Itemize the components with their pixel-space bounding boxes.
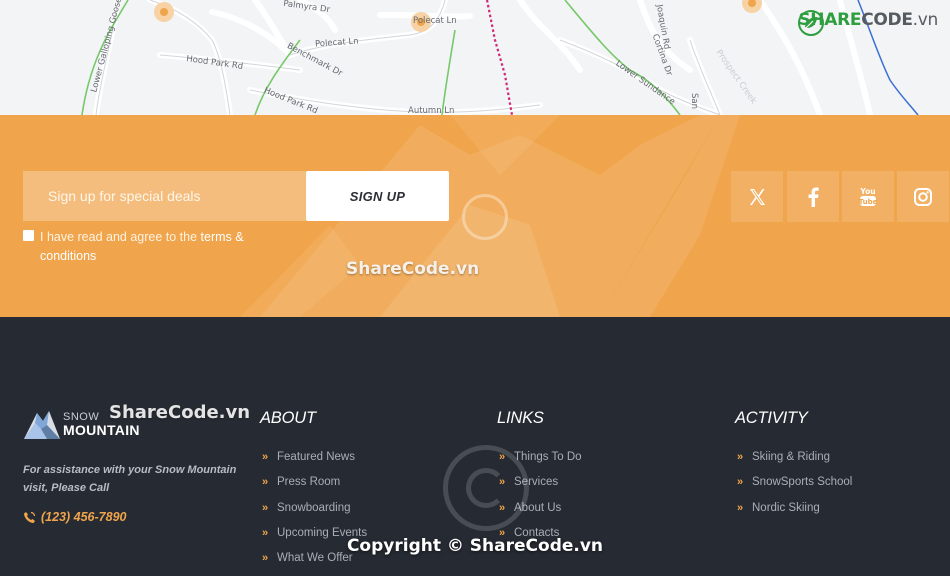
terms-text: I have read and agree to the terms & con… (40, 228, 273, 266)
map-label: San (689, 93, 699, 109)
about-list: » Featured News » Press Room » Snowboarding… (262, 451, 367, 576)
social-facebook-button[interactable] (787, 171, 839, 222)
signup-section: SIGN UP I have read and agree to the ter… (0, 115, 950, 317)
copyright-watermark-icon (443, 445, 529, 531)
social-instagram-button[interactable] (897, 171, 949, 222)
brand-vn: .vn (912, 10, 939, 30)
social-x-button[interactable] (731, 171, 783, 222)
map-label: Polecat Ln (413, 16, 457, 26)
about-title: ABOUT (260, 409, 316, 427)
list-item-label: Skiing & Riding (752, 451, 830, 463)
terms-agree: I have read and agree to the terms & con… (23, 228, 273, 266)
list-item[interactable]: » Nordic Skiing (737, 502, 852, 527)
list-item-label: Things To Do (514, 451, 582, 463)
list-item[interactable]: » SnowSports School (737, 476, 852, 501)
watermark-text: ShareCode.vn (346, 259, 480, 279)
x-icon (750, 188, 765, 205)
list-item-label: Snowboarding (277, 501, 351, 514)
list-item[interactable]: » Skiing & Riding (737, 451, 852, 476)
chevron-right-icon: » (737, 476, 744, 489)
facebook-icon (808, 187, 819, 207)
chevron-right-icon: » (737, 451, 744, 463)
email-input[interactable] (23, 171, 306, 221)
leaf-logo-icon (798, 10, 825, 36)
terms-checkbox[interactable] (23, 230, 34, 241)
brand-logo[interactable]: SHARECODE.vn (798, 10, 939, 36)
chevron-right-icon: » (262, 476, 269, 489)
watermark-text: ShareCode.vn (109, 402, 251, 423)
map-label: Autumn Ln (408, 106, 455, 115)
chevron-right-icon: » (737, 501, 744, 514)
list-item[interactable]: » Featured News (262, 451, 367, 476)
phone-icon (24, 511, 36, 523)
signup-button[interactable]: SIGN UP (306, 171, 449, 221)
social-youtube-button[interactable]: You Tube (842, 171, 894, 222)
list-item[interactable]: » Press Room (262, 476, 367, 501)
footer-logo-word2: MOUNTAIN (63, 421, 140, 438)
list-item[interactable]: » Snowboarding (262, 502, 367, 527)
assistance-text: For assistance with your Snow Mountain v… (23, 464, 237, 494)
brand-code: CODE (861, 10, 913, 30)
footer: SNOW MOUNTAIN ShareCode.vn For assistanc… (0, 317, 950, 576)
mountain-logo-icon (24, 411, 60, 439)
links-title: LINKS (497, 409, 544, 427)
list-item-label: Nordic Skiing (752, 501, 820, 514)
instagram-icon (914, 187, 932, 206)
copyright-watermark-icon (462, 194, 508, 240)
chevron-right-icon: » (262, 451, 269, 463)
list-item-label: Press Room (277, 476, 341, 489)
terms-prefix: I have read and agree to the (40, 230, 201, 244)
activity-list: » Skiing & Riding » SnowSports School » Nor… (737, 451, 852, 527)
list-item-label: SnowSports School (752, 476, 853, 489)
svg-text:Tube: Tube (859, 198, 878, 206)
phone-text: (123) 456-7890 (41, 510, 127, 524)
list-item-label: Featured News (277, 451, 355, 463)
activity-title: ACTIVITY (735, 409, 808, 427)
map-section[interactable]: Lower Galloping Goose Palmyra Dr Polecat… (0, 0, 950, 115)
chevron-right-icon: » (262, 501, 269, 514)
svg-text:You: You (859, 187, 875, 196)
youtube-icon: You Tube (859, 187, 878, 206)
phone-number[interactable]: (123) 456-7890 (23, 510, 126, 524)
copyright-watermark-text: Copyright © ShareCode.vn (346, 536, 604, 556)
